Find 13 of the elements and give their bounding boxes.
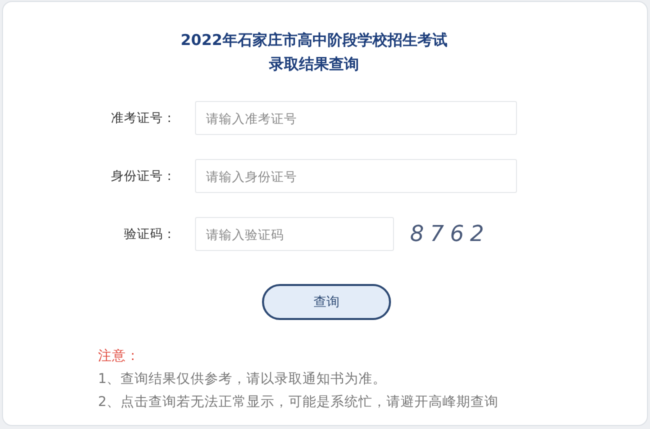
input-field[interactable]: 请输入验证码 (195, 217, 394, 251)
input-field[interactable]: 请输入身份证号 (195, 159, 517, 193)
notice-text: 1、查询结果仅供参考，请以录取通知书为准。 (98, 370, 388, 389)
input-field[interactable]: 请输入准考证号 (195, 101, 517, 135)
notice-heading: 注意： (98, 347, 141, 366)
field-label: 验证码： (123, 226, 176, 242)
captcha-code[interactable]: 8762 (410, 222, 490, 246)
notice-text: 2、点击查询若无法正常显示，可能是系统忙，请避开高峰期查询 (98, 393, 500, 412)
field-label: 准考证号： (110, 110, 176, 126)
page-title: 2022年石家庄市高中阶段学校招生考试 (180, 30, 448, 51)
page-title: 录取结果查询 (269, 54, 359, 75)
query-button[interactable]: 查询 (262, 284, 391, 320)
field-label: 身份证号： (110, 168, 176, 184)
